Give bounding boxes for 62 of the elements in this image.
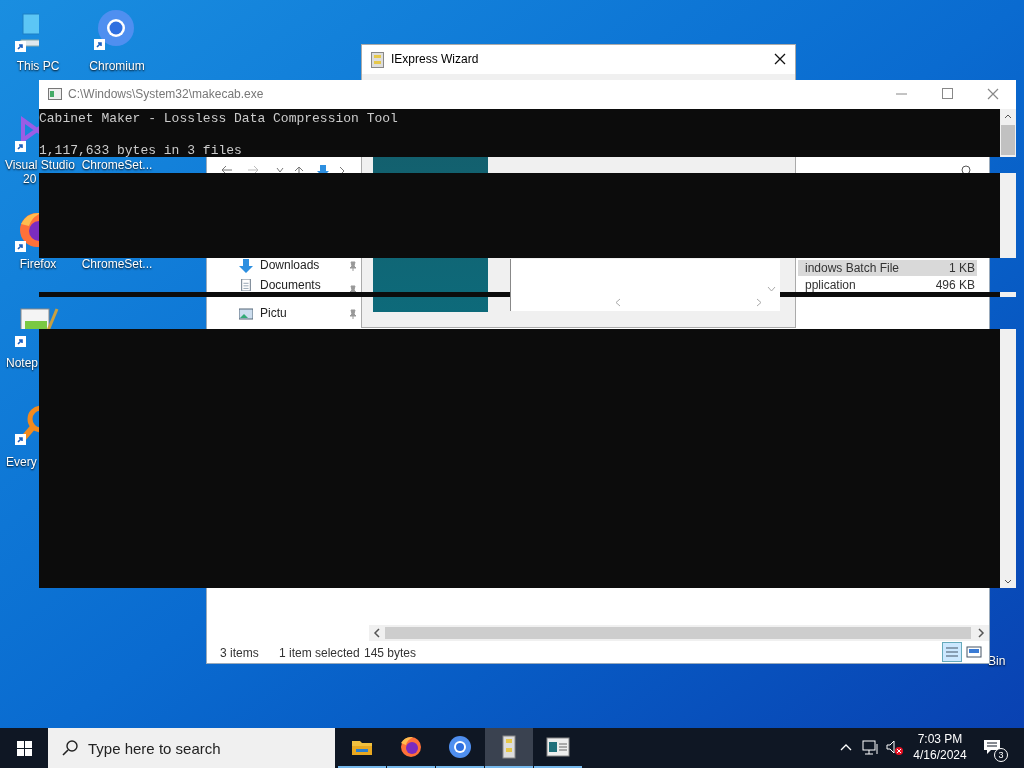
sidebar-item[interactable]: Pictu xyxy=(260,307,287,319)
notification-count: 3 xyxy=(994,748,1008,762)
picture-icon xyxy=(239,307,253,321)
vertical-scrollbar[interactable] xyxy=(1000,292,1016,297)
status-text: 3 items xyxy=(220,646,259,660)
shortcut-arrow-icon xyxy=(15,141,26,152)
shortcut-arrow-icon xyxy=(94,39,105,50)
window-icon xyxy=(546,735,570,759)
vertical-scrollbar[interactable] xyxy=(1000,109,1016,157)
search-field[interactable]: Type here to search xyxy=(48,728,335,768)
console-icon xyxy=(48,88,62,100)
thumbnail-view-icon[interactable] xyxy=(966,644,982,660)
chromium-icon xyxy=(448,735,472,759)
desktop-icon-label[interactable]: Every xyxy=(6,455,37,469)
file-size-cell: 496 KB xyxy=(935,278,975,292)
firefox-icon xyxy=(399,735,423,759)
clock-time[interactable]: 7:03 PM xyxy=(917,731,963,747)
desktop-icon-label[interactable]: ChromeSet... xyxy=(80,257,154,271)
desktop-icon-label[interactable]: Notep xyxy=(6,356,39,370)
desktop-icon-label[interactable]: This PC xyxy=(1,59,75,73)
vertical-scrollbar[interactable] xyxy=(1000,329,1016,588)
shortcut-arrow-icon xyxy=(15,434,26,445)
sidebar-item[interactable]: Downloads xyxy=(260,259,320,271)
pin-icon xyxy=(348,285,358,295)
desktop-icon-label[interactable]: Firefox xyxy=(1,257,75,271)
file-row[interactable]: indows Batch File 1 KB xyxy=(798,260,977,276)
pin-icon xyxy=(348,261,358,271)
muted-speaker-icon[interactable] xyxy=(886,740,904,756)
window-title: C:\Windows\System32\makecab.exe xyxy=(68,87,264,101)
shortcut-arrow-icon xyxy=(15,336,26,347)
desktop-icon-label[interactable]: 20 xyxy=(23,172,37,186)
cabinet-icon xyxy=(371,52,384,68)
windows-logo-icon[interactable] xyxy=(17,741,32,756)
desktop-icon-label[interactable]: Bin xyxy=(988,654,1006,668)
console-text: Cabinet Maker - Lossless Data Compression Tool xyxy=(39,111,398,127)
desktop-icon-label[interactable]: ChromeSet... xyxy=(80,158,154,172)
window-title: IExpress Wizard xyxy=(391,52,479,66)
console-text: 1,117,633 bytes in 3 files xyxy=(39,143,242,159)
horizontal-scrollbar[interactable] xyxy=(369,625,989,641)
taskbar-app-button[interactable] xyxy=(485,728,533,768)
shortcut-arrow-icon xyxy=(15,41,26,52)
sidebar-item[interactable]: Documents xyxy=(260,279,321,291)
search-icon xyxy=(62,740,78,756)
close-icon[interactable] xyxy=(774,53,786,65)
desktop-icon-label[interactable]: Chromium xyxy=(80,59,154,73)
maximize-icon[interactable] xyxy=(942,88,953,99)
network-icon[interactable] xyxy=(862,740,880,756)
chevron-up-icon[interactable] xyxy=(840,743,852,751)
file-size-cell: 1 KB xyxy=(949,261,975,275)
shortcut-arrow-icon xyxy=(15,241,26,252)
clock-date[interactable]: 4/16/2024 xyxy=(913,747,967,763)
notification-icon[interactable] xyxy=(983,739,1001,755)
status-text: 1 item selected xyxy=(279,646,360,660)
scroll-thumb[interactable] xyxy=(1001,125,1015,155)
download-arrow-icon xyxy=(239,259,253,273)
pin-icon xyxy=(348,309,358,319)
file-type-cell: pplication xyxy=(805,278,856,292)
vertical-scrollbar[interactable] xyxy=(1000,173,1016,258)
desktop-icon-label[interactable]: Visual Studio xyxy=(5,158,75,172)
file-type-cell: indows Batch File xyxy=(805,261,900,275)
document-icon xyxy=(239,279,253,291)
status-text: 145 bytes xyxy=(364,646,417,660)
